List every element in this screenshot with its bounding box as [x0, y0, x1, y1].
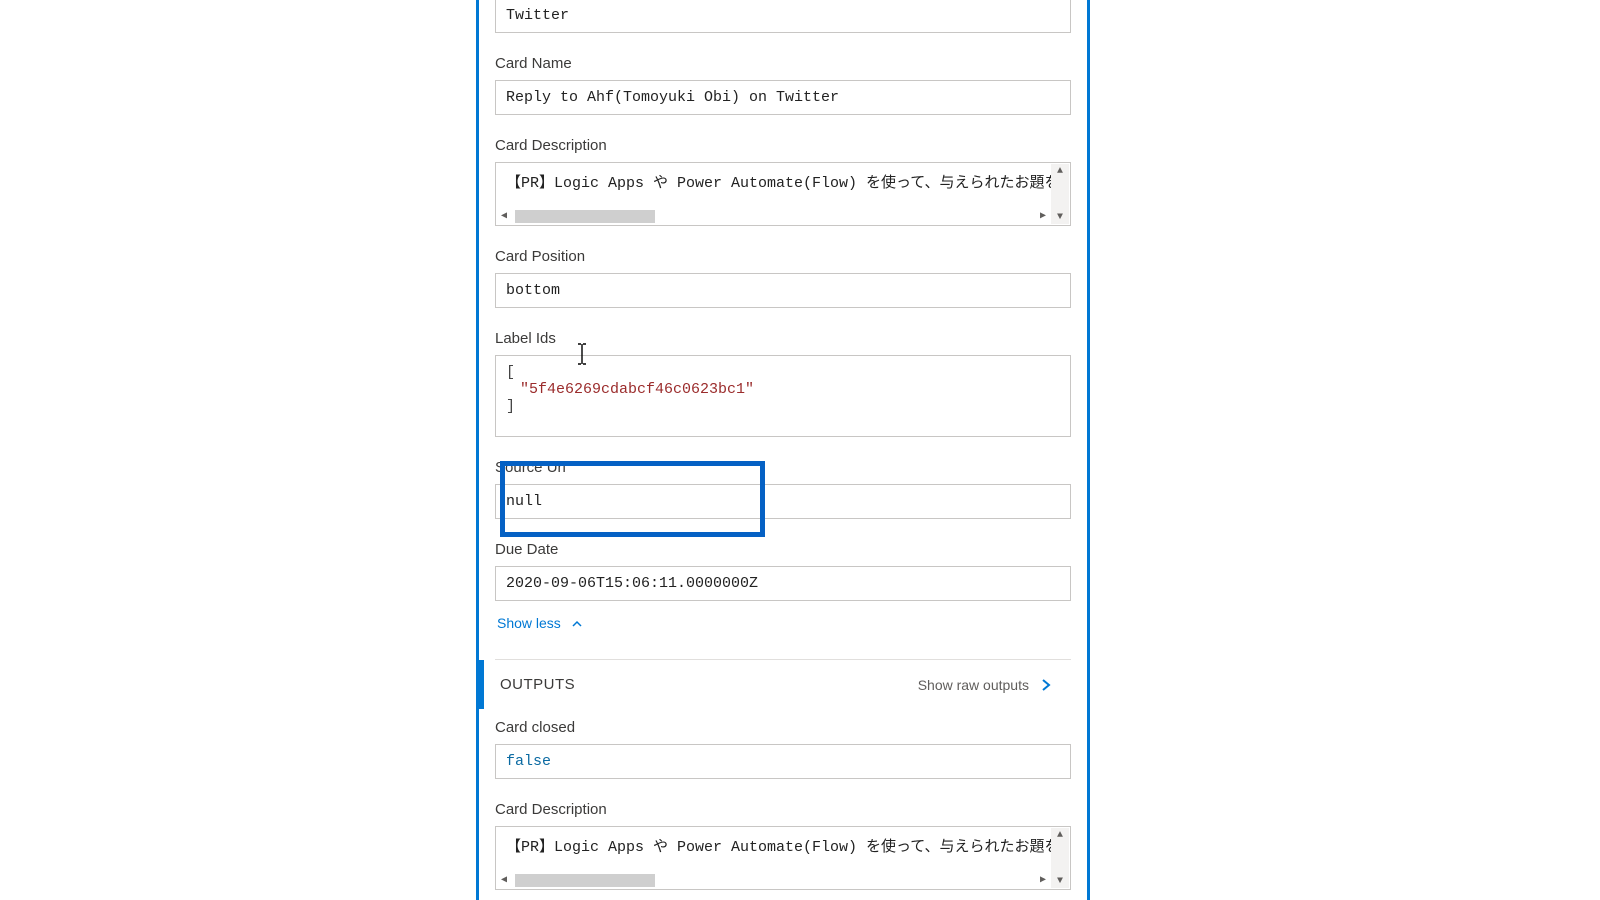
card-closed-value[interactable]: false: [495, 744, 1071, 779]
out-card-description-text: 【PR】Logic Apps や Power Automate(Flow) を使…: [506, 839, 1060, 856]
source-url-label: Source Url: [495, 459, 1071, 476]
scroll-thumb[interactable]: [515, 210, 655, 223]
show-less-toggle[interactable]: Show less: [497, 615, 1071, 631]
label-ids-value[interactable]: [ "5f4e6269cdabcf46c0623bc1" ]: [495, 355, 1071, 437]
text-cursor-icon: [576, 343, 588, 365]
field-source-url: Source Url null: [495, 459, 1071, 519]
outputs-title: OUTPUTS: [500, 676, 575, 693]
field-card-description: Card Description 【PR】Logic Apps や Power …: [495, 137, 1071, 226]
scroll-down-icon[interactable]: ▼: [1051, 874, 1069, 888]
source-url-value[interactable]: null: [495, 484, 1071, 519]
show-less-label: Show less: [497, 615, 561, 631]
app-stage: Twitter Card Name Reply to Ahf(Tomoyuki …: [0, 0, 1600, 900]
due-date-value[interactable]: 2020-09-06T15:06:11.0000000Z: [495, 566, 1071, 601]
chevron-up-icon: [571, 618, 583, 630]
field-out-card-description: Card Description 【PR】Logic Apps や Power …: [495, 801, 1071, 890]
card-description-text: 【PR】Logic Apps や Power Automate(Flow) を使…: [506, 175, 1060, 192]
field-card-position: Card Position bottom: [495, 248, 1071, 308]
card-name-label: Card Name: [495, 55, 1071, 72]
textarea-vertical-scrollbar[interactable]: ▲ ▼: [1051, 164, 1069, 224]
field-card-closed: Card closed false: [495, 719, 1071, 779]
textarea-horizontal-scrollbar[interactable]: ◀ ▶: [497, 208, 1050, 224]
card-closed-label: Card closed: [495, 719, 1071, 736]
card-position-value[interactable]: bottom: [495, 273, 1071, 308]
card-description-value[interactable]: 【PR】Logic Apps や Power Automate(Flow) を使…: [495, 162, 1071, 226]
field-due-date: Due Date 2020-09-06T15:06:11.0000000Z: [495, 541, 1071, 601]
out-card-description-label: Card Description: [495, 801, 1071, 818]
field-card-name: Card Name Reply to Ahf(Tomoyuki Obi) on …: [495, 55, 1071, 115]
twitter-value[interactable]: Twitter: [495, 0, 1071, 33]
scroll-left-icon[interactable]: ◀: [497, 210, 511, 222]
scroll-up-icon[interactable]: ▲: [1051, 164, 1069, 178]
card-name-value[interactable]: Reply to Ahf(Tomoyuki Obi) on Twitter: [495, 80, 1071, 115]
run-details-panel: Twitter Card Name Reply to Ahf(Tomoyuki …: [476, 0, 1090, 900]
textarea-vertical-scrollbar[interactable]: ▲ ▼: [1051, 828, 1069, 888]
card-position-label: Card Position: [495, 248, 1071, 265]
out-card-description-value[interactable]: 【PR】Logic Apps や Power Automate(Flow) を使…: [495, 826, 1071, 890]
bracket-close: ]: [506, 398, 1060, 415]
chevron-right-icon: [1039, 678, 1053, 692]
due-date-label: Due Date: [495, 541, 1071, 558]
card-closed-text: false: [506, 753, 551, 770]
scroll-thumb[interactable]: [515, 874, 655, 887]
outputs-header: OUTPUTS Show raw outputs: [479, 660, 1071, 709]
scroll-down-icon[interactable]: ▼: [1051, 210, 1069, 224]
label-id-string: "5f4e6269cdabcf46c0623bc1": [520, 381, 1060, 398]
textarea-horizontal-scrollbar[interactable]: ◀ ▶: [497, 872, 1050, 888]
outputs-section: OUTPUTS Show raw outputs Card closed fal…: [495, 659, 1071, 900]
scroll-right-icon[interactable]: ▶: [1036, 210, 1050, 222]
scroll-right-icon[interactable]: ▶: [1036, 874, 1050, 886]
show-raw-outputs-link[interactable]: Show raw outputs: [918, 677, 1053, 693]
scroll-left-icon[interactable]: ◀: [497, 874, 511, 886]
bracket-open: [: [506, 364, 1060, 381]
show-raw-outputs-label: Show raw outputs: [918, 677, 1029, 693]
card-description-label: Card Description: [495, 137, 1071, 154]
scroll-up-icon[interactable]: ▲: [1051, 828, 1069, 842]
